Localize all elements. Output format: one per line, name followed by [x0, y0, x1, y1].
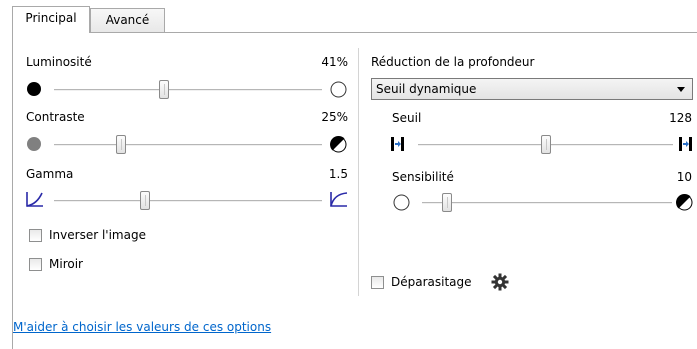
threshold-label: Seuil [392, 111, 422, 125]
threshold-value: 128 [669, 111, 692, 125]
sensitivity-high-icon [676, 194, 693, 211]
gamma-track [54, 200, 322, 202]
threshold-slider[interactable] [540, 135, 551, 154]
sensitivity-label: Sensibilité [392, 170, 454, 184]
gamma-high-icon [330, 192, 348, 207]
sensitivity-track [422, 202, 672, 204]
tab-avance-label: Avancé [105, 13, 150, 27]
tab-principal-label: Principal [25, 11, 77, 25]
gamma-label: Gamma [26, 167, 74, 181]
contrast-track [54, 144, 322, 146]
despeckle-checkbox[interactable] [371, 276, 384, 289]
threshold-high-icon [679, 137, 692, 151]
mirror-label: Miroir [49, 257, 83, 271]
sensitivity-value: 10 [676, 170, 692, 184]
dark-circle-icon [27, 82, 41, 96]
sensitivity-slider[interactable] [442, 193, 452, 212]
column-divider [358, 48, 359, 296]
brightness-slider[interactable] [158, 80, 169, 99]
high-contrast-icon [330, 136, 347, 153]
tab-principal[interactable]: Principal [12, 6, 90, 33]
gamma-slider[interactable] [140, 191, 151, 210]
despeckle-label: Déparasitage [391, 275, 472, 289]
sensitivity-low-icon [393, 194, 410, 211]
gear-icon[interactable] [491, 273, 509, 291]
tab-avance[interactable]: Avancé [90, 8, 165, 32]
gamma-value: 1.5 [328, 167, 348, 181]
brightness-label: Luminosité [26, 55, 92, 69]
brightness-value: 41% [321, 55, 348, 69]
invert-image-checkbox[interactable] [29, 229, 42, 242]
depth-reduction-title: Réduction de la profondeur [371, 55, 535, 69]
contrast-label: Contraste [26, 110, 85, 124]
light-circle-icon [330, 81, 347, 98]
mirror-checkbox[interactable] [29, 258, 42, 271]
contrast-value: 25% [321, 110, 348, 124]
brightness-track [54, 89, 322, 91]
chevron-down-icon [677, 87, 685, 92]
low-contrast-icon [27, 137, 41, 151]
contrast-slider[interactable] [116, 135, 126, 154]
depth-reduction-selected: Seuil dynamique [376, 82, 477, 96]
threshold-low-icon [391, 137, 404, 151]
gamma-low-icon [26, 192, 43, 207]
help-link[interactable]: M'aider à choisir les valeurs de ces opt… [13, 320, 271, 334]
invert-image-label: Inverser l'image [49, 228, 146, 242]
depth-reduction-select[interactable]: Seuil dynamique [371, 78, 693, 100]
